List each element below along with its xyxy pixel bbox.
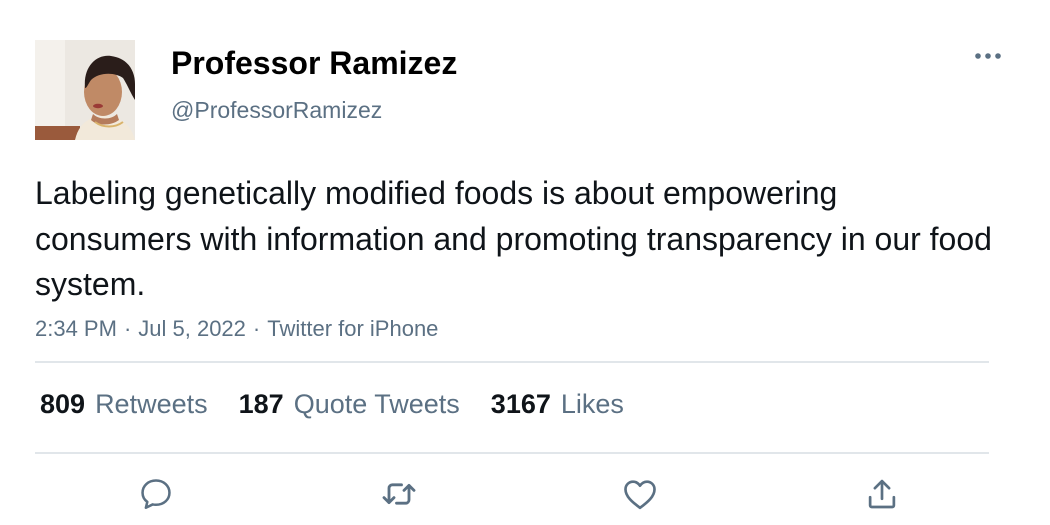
avatar-photo [35, 40, 135, 140]
more-button[interactable] [968, 44, 1008, 68]
quote-tweets-label: Quote Tweets [293, 389, 460, 419]
reply-button[interactable] [134, 472, 178, 516]
tweet-detail: Professor Ramizez @ProfessorRamizez Labe… [0, 0, 1050, 525]
action-bar [0, 472, 1050, 516]
tweet-text: Labeling genetically modified foods is a… [35, 175, 992, 302]
more-horizontal-icon [975, 53, 1001, 59]
like-button[interactable] [618, 472, 662, 516]
share-button[interactable] [860, 472, 904, 516]
retweets-label: Retweets [95, 389, 208, 419]
likes-count: 3167 [490, 389, 551, 419]
tweet-stats: 809 Retweets 187 Quote Tweets 3167 Likes [40, 387, 624, 421]
meta-separator: · [123, 316, 132, 341]
heart-icon [624, 480, 656, 510]
quote-tweets-stat[interactable]: 187 Quote Tweets [239, 387, 460, 421]
divider-top [35, 361, 989, 363]
retweet-icon [382, 483, 416, 505]
retweet-button[interactable] [377, 472, 421, 516]
retweets-stat[interactable]: 809 Retweets [40, 387, 208, 421]
reply-icon [141, 479, 171, 510]
quote-tweets-count: 187 [238, 389, 284, 419]
author-handle[interactable]: @ProfessorRamizez [171, 96, 382, 124]
divider-bottom [35, 452, 989, 454]
likes-stat[interactable]: 3167 Likes [491, 387, 624, 421]
retweets-count: 809 [40, 389, 86, 419]
meta-separator: · [252, 316, 261, 341]
avatar[interactable] [35, 40, 135, 140]
tweet-date[interactable]: Jul 5, 2022 [138, 316, 246, 341]
tweet-source[interactable]: Twitter for iPhone [267, 316, 438, 341]
author-name[interactable]: Professor Ramizez [171, 44, 457, 82]
share-icon [868, 479, 896, 509]
tweet-time[interactable]: 2:34 PM [35, 316, 117, 341]
likes-label: Likes [560, 389, 624, 419]
tweet-meta: 2:34 PM · Jul 5, 2022 · Twitter for iPhone [35, 315, 438, 343]
